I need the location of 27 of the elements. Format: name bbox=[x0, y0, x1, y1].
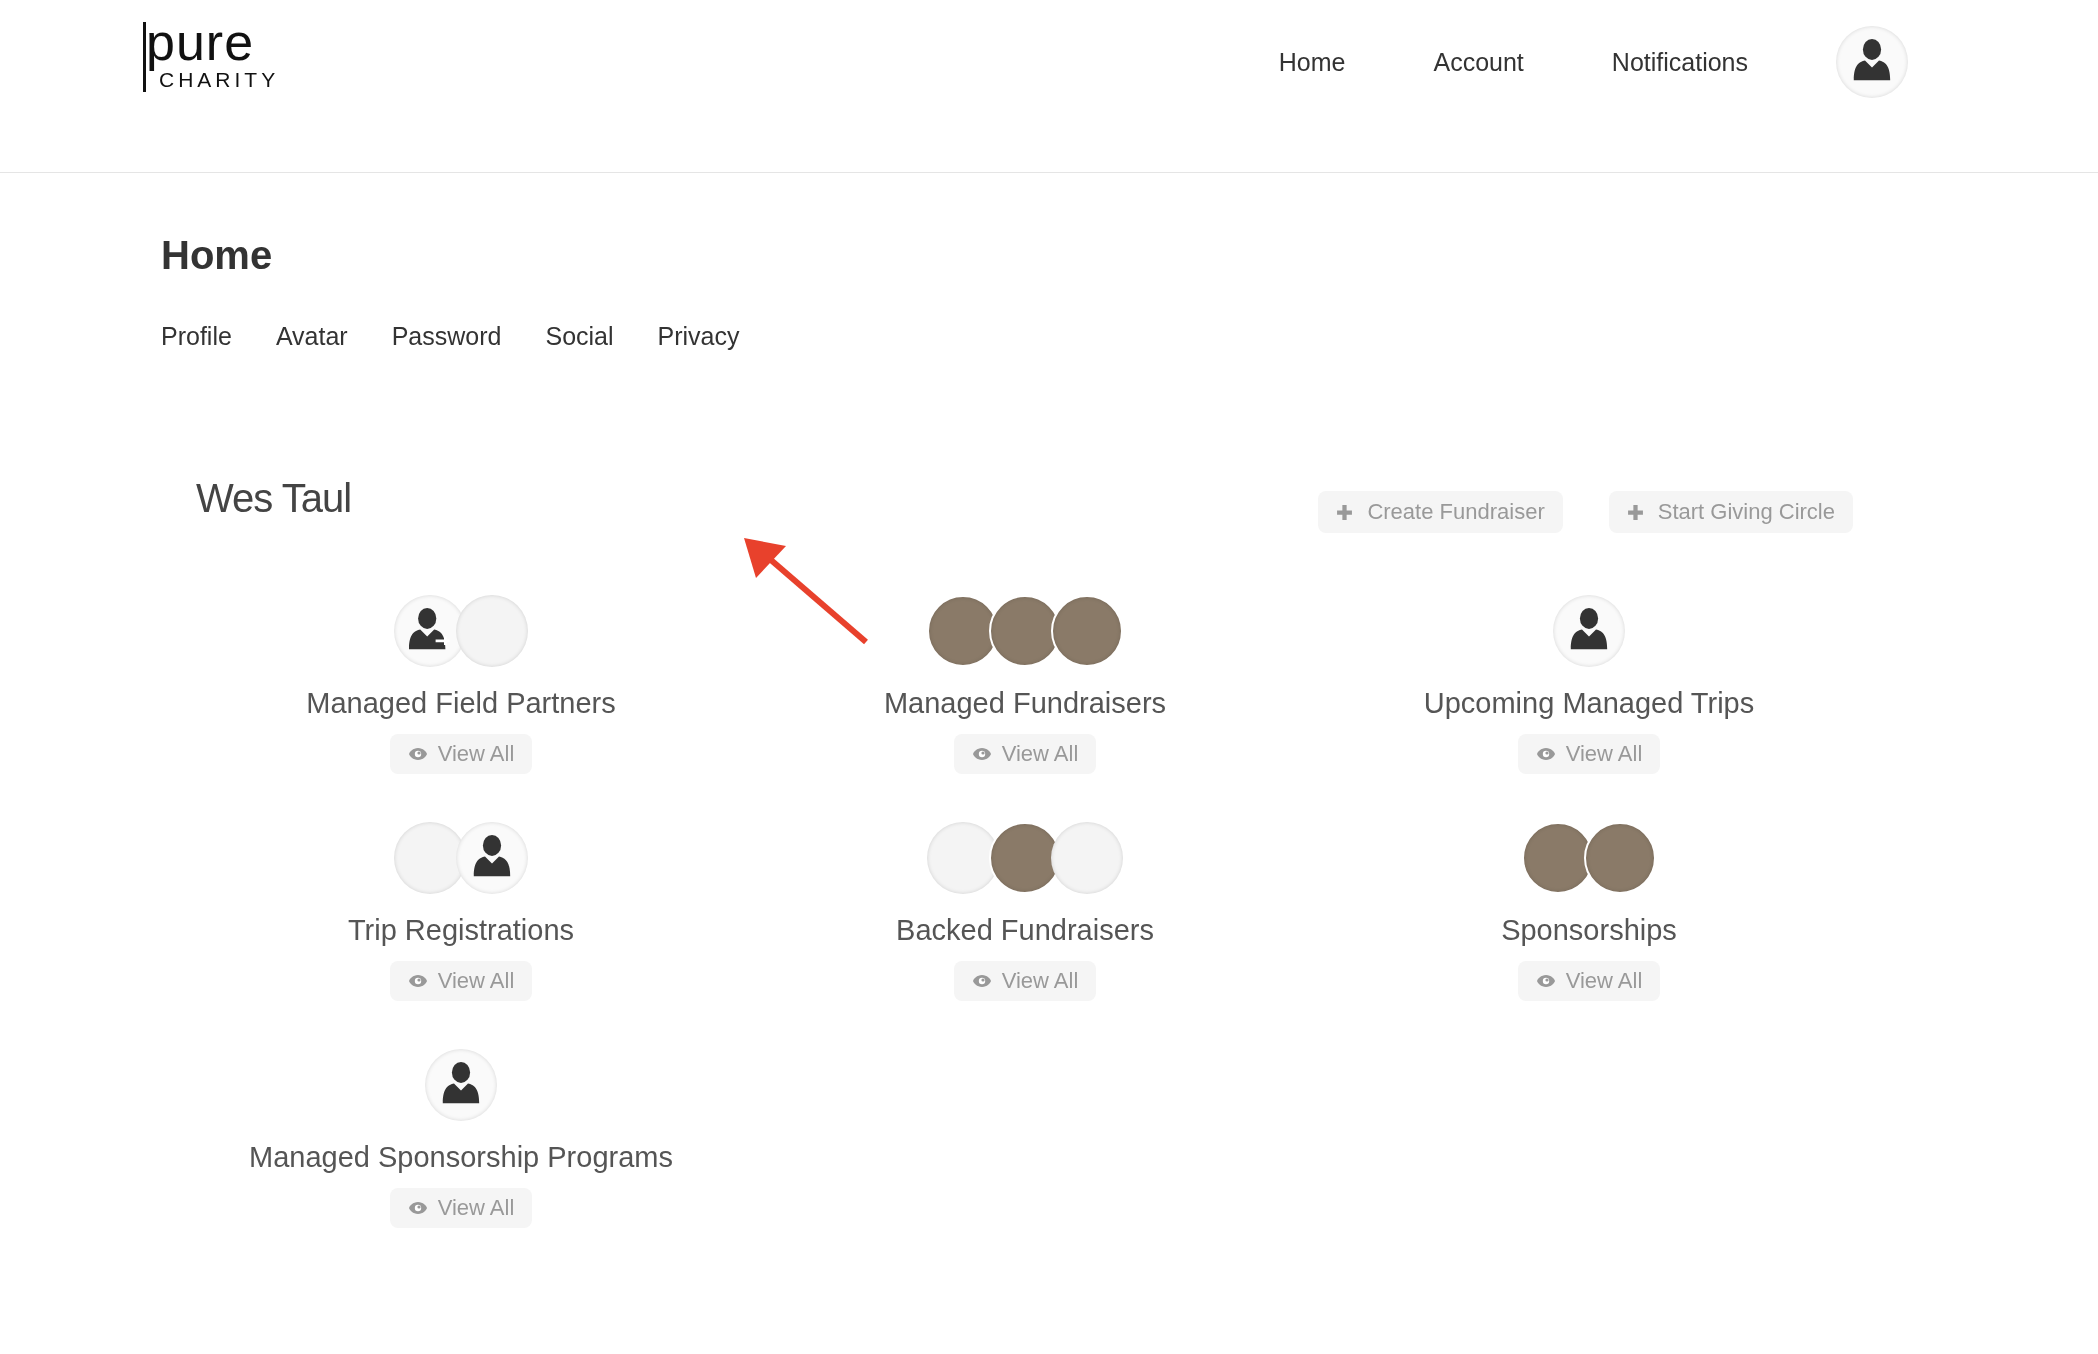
nav-link[interactable]: Notifications bbox=[1611, 47, 1748, 77]
tab[interactable]: Privacy bbox=[657, 322, 740, 351]
page-title: Home bbox=[161, 233, 274, 278]
section-title: Managed Field Partners bbox=[306, 687, 616, 720]
user-name: Wes Taul bbox=[196, 475, 352, 521]
eye-icon bbox=[1535, 974, 1556, 988]
tab[interactable]: Profile bbox=[161, 322, 232, 351]
section-title: Sponsorships bbox=[1501, 914, 1677, 947]
eye-icon bbox=[971, 974, 992, 988]
eye-icon bbox=[407, 974, 428, 988]
eye-icon bbox=[407, 747, 428, 761]
section-title: Managed Sponsorship Programs bbox=[249, 1141, 673, 1174]
section-title: Backed Fundraisers bbox=[896, 914, 1154, 947]
nav-link[interactable]: Account bbox=[1433, 47, 1524, 77]
eye-icon bbox=[407, 1201, 428, 1215]
nav-link[interactable]: Home bbox=[1278, 47, 1346, 77]
plus-icon bbox=[1626, 503, 1644, 521]
plus-icon bbox=[1336, 503, 1354, 521]
logo[interactable]: pure CHARITY bbox=[143, 22, 280, 92]
section-title: Upcoming Managed Trips bbox=[1423, 687, 1755, 720]
tab[interactable]: Password bbox=[391, 322, 502, 351]
section-title: Managed Fundraisers bbox=[883, 687, 1167, 720]
tab[interactable]: Social bbox=[545, 322, 614, 351]
eye-icon bbox=[971, 747, 992, 761]
tab[interactable]: Avatar bbox=[275, 322, 348, 351]
section-title: Trip Registrations bbox=[347, 914, 575, 947]
eye-icon bbox=[1535, 747, 1556, 761]
